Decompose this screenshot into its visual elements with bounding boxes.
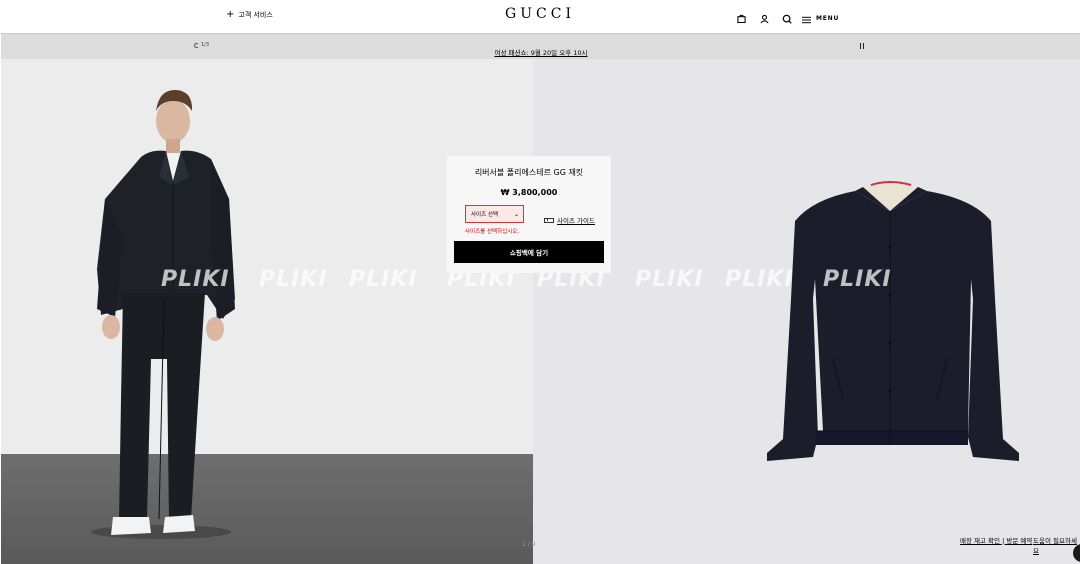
site-header: + 고객 서비스 GUCCI MENU [0,0,1080,33]
size-guide-label: 사이즈 가이드 [557,217,595,225]
model-image [1,59,533,564]
menu-label: MENU [816,15,840,22]
product-price: ₩ 3,800,000 [500,188,558,197]
search-icon[interactable] [781,12,793,26]
header-actions: MENU [735,9,839,28]
add-to-bag-button[interactable]: 쇼핑백에 담기 [454,241,604,263]
announcement-banner: 1/3 여성 패션쇼: 9월 20일 오후 10시 [1,33,1080,59]
account-icon[interactable] [758,12,770,26]
chevron-down-icon: ⌄ [513,210,519,218]
jacket-figure [767,181,1019,461]
product-card: 리버서블 폴리에스테르 GG 재킷 ₩ 3,800,000 사이즈 선택 ⌄ 사… [447,156,611,273]
model-figure [91,89,235,539]
size-select[interactable]: 사이즈 선택 ⌄ [465,205,524,223]
gallery-pager: 1 / 9 [522,541,536,548]
banner-link[interactable]: 여성 패션쇼: 9월 20일 오후 10시 [1,47,1080,57]
size-guide-link[interactable]: 사이즈 가이드 [544,215,595,225]
size-select-label: 사이즈 선택 [471,212,499,218]
pause-icon[interactable] [860,43,865,49]
shopping-bag-icon[interactable] [735,12,747,26]
brand-logo[interactable]: GUCCI [0,6,1080,22]
jacket-image [533,59,1080,564]
menu-icon [802,9,811,28]
product-name: 리버서블 폴리에스테르 GG 재킷 [474,168,584,177]
ruler-icon [544,217,554,223]
menu-button[interactable]: MENU [802,9,839,28]
store-availability-link[interactable]: 매장 재고 확인 | 방문 예약 [960,535,1032,545]
size-error-message: 사이즈를 선택하십시오. [465,229,520,235]
